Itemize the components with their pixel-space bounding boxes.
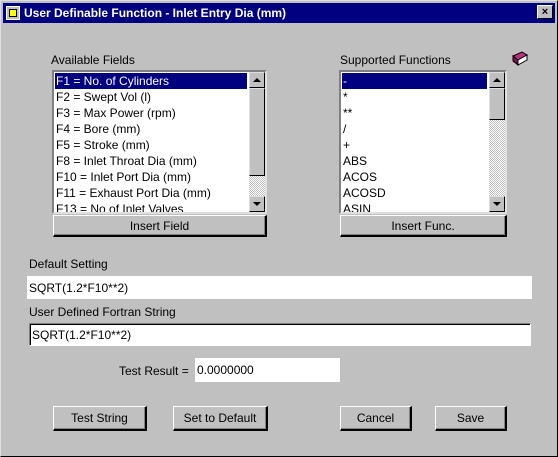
- function-list-item[interactable]: ACOSD: [342, 185, 487, 201]
- available-fields-scrollbar[interactable]: [249, 72, 265, 212]
- function-list-item[interactable]: ABS: [342, 153, 487, 169]
- field-list-item[interactable]: F2 = Swept Vol (l): [55, 89, 247, 105]
- available-fields-list[interactable]: F1 = No. of Cylinders F2 = Swept Vol (l) F…: [52, 70, 267, 214]
- field-list-item[interactable]: F11 = Exhaust Port Dia (mm): [55, 185, 247, 201]
- supported-functions-list[interactable]: - * ** / + ABS ACOS ACOSD ASIN: [339, 70, 507, 214]
- arrow-down-icon: [493, 202, 501, 206]
- cancel-button[interactable]: Cancel: [340, 406, 412, 431]
- function-list-item[interactable]: ASIN: [342, 201, 487, 212]
- dialog-window: User Definable Function - Inlet Entry Di…: [0, 0, 558, 457]
- scroll-up-button[interactable]: [249, 72, 265, 88]
- function-list-item[interactable]: +: [342, 137, 487, 153]
- field-list-item[interactable]: F13 = No of Inlet Valves: [55, 201, 247, 212]
- close-button[interactable]: ×: [537, 5, 553, 19]
- available-fields-label: Available Fields: [51, 53, 135, 67]
- field-list-item[interactable]: F4 = Bore (mm): [55, 121, 247, 137]
- scroll-down-button[interactable]: [249, 196, 265, 212]
- insert-function-button[interactable]: Insert Func.: [340, 215, 507, 237]
- supported-functions-label: Supported Functions: [340, 53, 451, 67]
- scroll-down-button[interactable]: [489, 196, 505, 212]
- set-to-default-button[interactable]: Set to Default: [173, 406, 268, 431]
- user-defined-input[interactable]: SQRT(1.2*F10**2): [29, 323, 531, 346]
- scroll-thumb[interactable]: [489, 88, 505, 120]
- field-list-item[interactable]: F3 = Max Power (rpm): [55, 105, 247, 121]
- supported-functions-items: - * ** / + ABS ACOS ACOSD ASIN: [342, 73, 487, 212]
- default-setting-field: SQRT(1.2*F10**2): [27, 276, 532, 299]
- available-fields-items: F1 = No. of Cylinders F2 = Swept Vol (l) F…: [55, 73, 247, 212]
- test-result-value: 0.0000000: [195, 358, 340, 382]
- arrow-up-icon: [253, 78, 261, 82]
- save-button[interactable]: Save: [435, 406, 507, 431]
- function-list-item[interactable]: /: [342, 121, 487, 137]
- window-title: User Definable Function - Inlet Entry Di…: [24, 6, 287, 20]
- insert-field-button[interactable]: Insert Field: [53, 215, 267, 237]
- scroll-up-button[interactable]: [489, 72, 505, 88]
- field-list-item[interactable]: F8 = Inlet Throat Dia (mm): [55, 153, 247, 169]
- test-result-label: Test Result =: [119, 364, 189, 378]
- function-list-item[interactable]: -: [342, 73, 487, 89]
- default-setting-label: Default Setting: [29, 257, 108, 271]
- arrow-up-icon: [493, 78, 501, 82]
- app-icon[interactable]: [6, 6, 20, 20]
- function-list-item[interactable]: ACOS: [342, 169, 487, 185]
- arrow-down-icon: [253, 202, 261, 206]
- test-string-button[interactable]: Test String: [53, 406, 147, 431]
- function-list-item[interactable]: *: [342, 89, 487, 105]
- scroll-thumb[interactable]: [249, 88, 265, 176]
- user-defined-label: User Defined Fortran String: [29, 305, 176, 319]
- field-list-item[interactable]: F5 = Stroke (mm): [55, 137, 247, 153]
- title-bar: User Definable Function - Inlet Entry Di…: [3, 3, 555, 23]
- function-list-item[interactable]: **: [342, 105, 487, 121]
- field-list-item[interactable]: F1 = No. of Cylinders: [55, 73, 247, 89]
- supported-functions-scrollbar[interactable]: [489, 72, 505, 212]
- field-list-item[interactable]: F10 = Inlet Port Dia (mm): [55, 169, 247, 185]
- book-icon[interactable]: [511, 51, 529, 67]
